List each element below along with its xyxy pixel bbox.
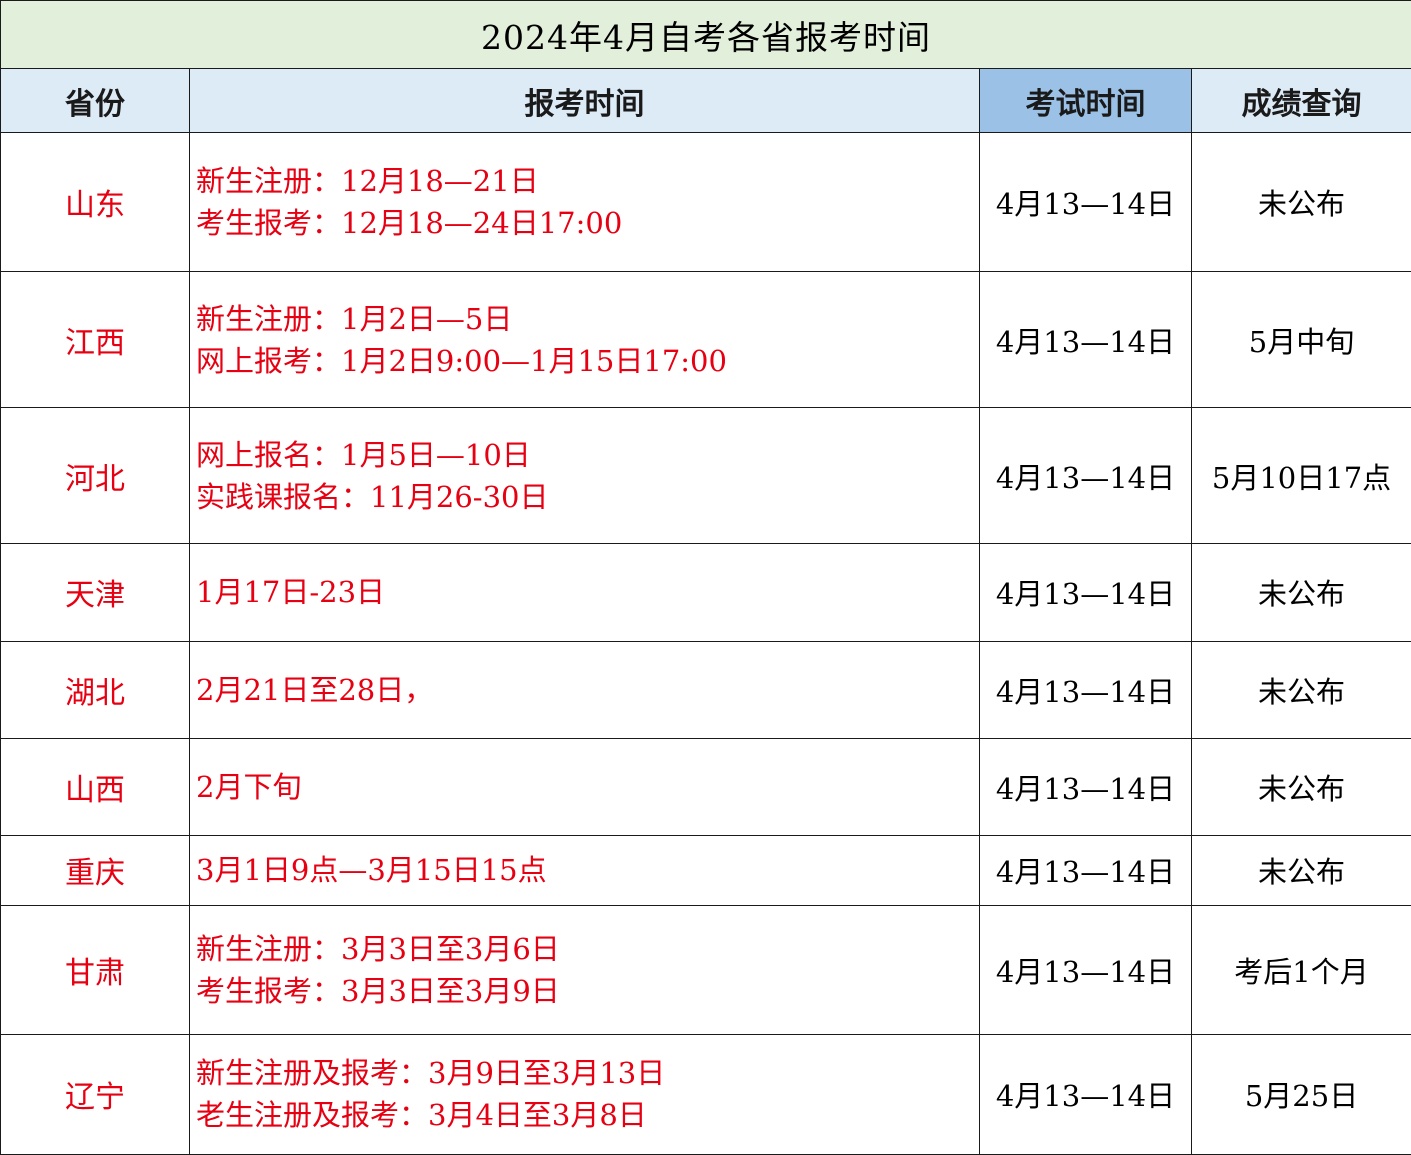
header-registration: 报考时间 — [189, 68, 980, 134]
exam-time-cell: 4月13—14日 — [979, 132, 1192, 273]
title-row: 2024年4月自考各省报考时间 — [0, 0, 1411, 70]
registration-line: 2月下旬 — [196, 769, 302, 804]
table-row: 重庆 3月1日9点—3月15日15点 4月13—14日 未公布 — [0, 834, 1411, 906]
registration-cell: 新生注册：12月18—21日 考生报考：12月18—24日17:00 — [189, 132, 980, 273]
exam-schedule-table: 2024年4月自考各省报考时间 省份 报考时间 考试时间 成绩查询 山东 新生注… — [0, 0, 1411, 1155]
registration-line: 新生注册：3月3日至3月6日 — [196, 931, 560, 966]
registration-line: 网上报考：1月2日9:00—1月15日17:00 — [196, 343, 727, 378]
registration-line: 考生报考：12月18—24日17:00 — [196, 206, 623, 241]
registration-cell: 2月下旬 — [189, 737, 980, 836]
registration-line: 新生注册：1月2日—5日 — [196, 301, 513, 336]
score-cell: 5月中旬 — [1190, 271, 1411, 409]
score-cell: 未公布 — [1190, 543, 1411, 642]
header-province: 省份 — [0, 68, 190, 134]
registration-cell: 1月17日-23日 — [189, 543, 980, 642]
table-row: 河北 网上报名：1月5日—10日 实践课报名：11月26-30日 4月13—14… — [0, 407, 1411, 545]
registration-line: 1月17日-23日 — [196, 575, 386, 610]
registration-cell: 2月21日至28日， — [189, 640, 980, 739]
score-cell: 未公布 — [1190, 737, 1411, 836]
registration-line: 实践课报名：11月26-30日 — [196, 479, 549, 514]
province-cell: 河北 — [0, 407, 190, 545]
province-cell: 江西 — [0, 271, 190, 409]
registration-cell: 新生注册及报考：3月9日至3月13日 老生注册及报考：3月4日至3月8日 — [189, 1033, 980, 1155]
province-cell: 天津 — [0, 543, 190, 642]
score-cell: 未公布 — [1190, 132, 1411, 273]
exam-time-cell: 4月13—14日 — [979, 543, 1192, 642]
registration-line: 网上报名：1月5日—10日 — [196, 437, 531, 472]
table-row: 江西 新生注册：1月2日—5日 网上报考：1月2日9:00—1月15日17:00… — [0, 271, 1411, 409]
table-row: 湖北 2月21日至28日， 4月13—14日 未公布 — [0, 640, 1411, 739]
header-exam: 考试时间 — [979, 68, 1192, 134]
exam-time-cell: 4月13—14日 — [979, 737, 1192, 836]
table-row: 辽宁 新生注册及报考：3月9日至3月13日 老生注册及报考：3月4日至3月8日 … — [0, 1033, 1411, 1155]
province-cell: 湖北 — [0, 640, 190, 739]
table-title: 2024年4月自考各省报考时间 — [0, 0, 1411, 70]
registration-cell: 新生注册：1月2日—5日 网上报考：1月2日9:00—1月15日17:00 — [189, 271, 980, 409]
registration-line: 考生报考：3月3日至3月9日 — [196, 973, 560, 1008]
score-cell: 考后1个月 — [1190, 904, 1411, 1035]
province-cell: 甘肃 — [0, 904, 190, 1035]
exam-time-cell: 4月13—14日 — [979, 407, 1192, 545]
exam-time-cell: 4月13—14日 — [979, 834, 1192, 906]
province-cell: 山东 — [0, 132, 190, 273]
header-row: 省份 报考时间 考试时间 成绩查询 — [0, 68, 1411, 134]
registration-line: 3月1日9点—3月15日15点 — [196, 853, 547, 888]
exam-time-cell: 4月13—14日 — [979, 271, 1192, 409]
registration-line: 2月21日至28日， — [196, 672, 434, 707]
table-row: 山东 新生注册：12月18—21日 考生报考：12月18—24日17:00 4月… — [0, 132, 1411, 273]
exam-time-cell: 4月13—14日 — [979, 640, 1192, 739]
score-cell: 未公布 — [1190, 640, 1411, 739]
province-cell: 山西 — [0, 737, 190, 836]
header-score: 成绩查询 — [1190, 68, 1411, 134]
score-cell: 5月25日 — [1190, 1033, 1411, 1155]
exam-time-cell: 4月13—14日 — [979, 1033, 1192, 1155]
table-row: 天津 1月17日-23日 4月13—14日 未公布 — [0, 543, 1411, 642]
registration-line: 新生注册：12月18—21日 — [196, 164, 539, 199]
registration-line: 新生注册及报考：3月9日至3月13日 — [196, 1056, 666, 1091]
province-cell: 辽宁 — [0, 1033, 190, 1155]
table-row: 山西 2月下旬 4月13—14日 未公布 — [0, 737, 1411, 836]
table-row: 甘肃 新生注册：3月3日至3月6日 考生报考：3月3日至3月9日 4月13—14… — [0, 904, 1411, 1035]
registration-cell: 网上报名：1月5日—10日 实践课报名：11月26-30日 — [189, 407, 980, 545]
exam-time-cell: 4月13—14日 — [979, 904, 1192, 1035]
registration-cell: 3月1日9点—3月15日15点 — [189, 834, 980, 906]
registration-line: 老生注册及报考：3月4日至3月8日 — [196, 1098, 647, 1133]
score-cell: 5月10日17点 — [1190, 407, 1411, 545]
province-cell: 重庆 — [0, 834, 190, 906]
score-cell: 未公布 — [1190, 834, 1411, 906]
registration-cell: 新生注册：3月3日至3月6日 考生报考：3月3日至3月9日 — [189, 904, 980, 1035]
